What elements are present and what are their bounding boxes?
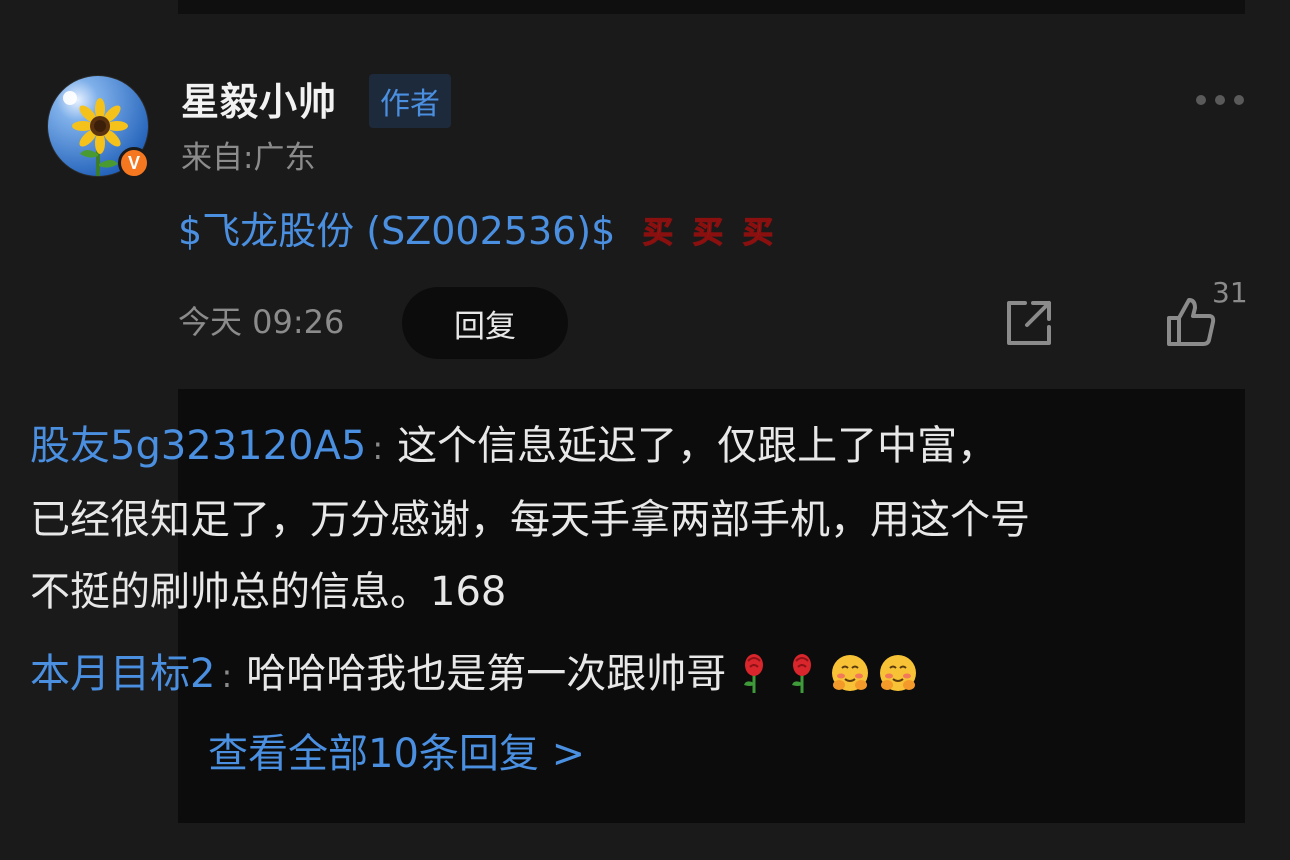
reply-button[interactable]: 回复 (402, 287, 568, 359)
verified-badge: V (118, 147, 150, 179)
reply-item: 本月目标2: 哈哈哈我也是第一次跟帅哥 (30, 638, 1030, 712)
location-label: 来自:广东 (181, 140, 316, 176)
view-all-replies-link[interactable]: 查看全部10条回复 > (208, 722, 585, 786)
stock-mention-link[interactable]: $飞龙股份 (SZ002536)$ (178, 209, 615, 253)
more-dot (1234, 95, 1244, 105)
reply-colon: : (372, 429, 384, 467)
rose-icon (744, 654, 764, 693)
buy-sticker-icon: 买 (693, 215, 725, 250)
blushing-hug-icon (832, 655, 869, 691)
like-count: 31 (1212, 276, 1248, 309)
rose-icon (792, 654, 812, 693)
reply-item: 股友5g323120A5: 这个信息延迟了，仅跟上了中富，已经很知足了，万分感谢，… (30, 410, 1030, 628)
buy-sticker-icon: 买 (743, 215, 775, 250)
reply-emoji-group (726, 651, 918, 697)
share-icon[interactable] (1003, 297, 1055, 349)
blushing-hug-icon (880, 655, 917, 691)
svg-text:买: 买 (693, 215, 723, 250)
previous-post-bottom (178, 0, 1245, 14)
reply-text: 哈哈哈我也是第一次跟帅哥 (246, 651, 727, 697)
post-content: $飞龙股份 (SZ002536)$ 买买买 (178, 204, 777, 258)
svg-text:买: 买 (643, 215, 673, 250)
buy-sticker-icon: 买 (643, 215, 675, 250)
post-time: 今天 09:26 (178, 303, 345, 341)
svg-text:买: 买 (743, 215, 773, 250)
reply-author[interactable]: 股友5g323120A5 (30, 423, 366, 469)
reply-colon: : (221, 657, 233, 695)
username[interactable]: 星毅小帅 (181, 78, 337, 126)
more-dot (1215, 95, 1225, 105)
author-tag: 作者 (369, 74, 451, 128)
more-dot (1196, 95, 1206, 105)
more-options-icon[interactable] (1196, 88, 1244, 112)
reply-author[interactable]: 本月目标2 (30, 651, 215, 697)
buy-emoji-group: 买买买 (627, 209, 777, 253)
like-thumbs-up-icon[interactable] (1163, 294, 1219, 350)
